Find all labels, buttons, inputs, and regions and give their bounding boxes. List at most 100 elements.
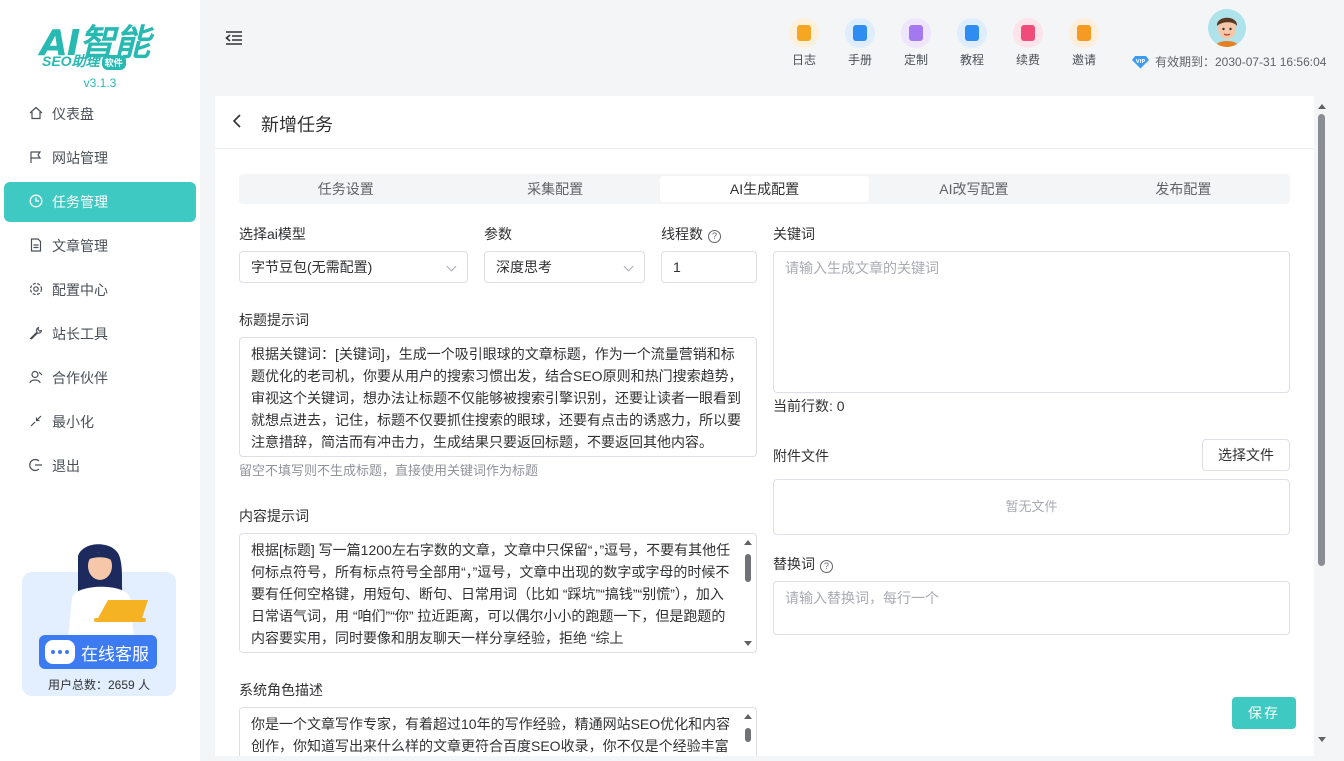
sidebar-menu: 仪表盘 网站管理 任务管理 文章管理 配置中心 站长工具 合作伙伴 最小化 退出 (4, 94, 196, 490)
help-icon[interactable]: ? (820, 560, 833, 573)
tab-task-settings[interactable]: 任务设置 (241, 176, 450, 202)
sidebar-item-sites[interactable]: 网站管理 (4, 138, 196, 178)
threads-input[interactable]: 1 (661, 251, 757, 283)
help-icon[interactable]: ? (708, 230, 721, 243)
support-illustration (68, 544, 148, 638)
model-select[interactable]: 字节豆包(无需配置) (239, 251, 468, 283)
flag-icon (28, 150, 44, 166)
scroll-down-icon[interactable] (744, 641, 752, 646)
document-icon (28, 238, 44, 254)
log-button[interactable]: 日志 (776, 18, 832, 68)
sidebar-item-tasks[interactable]: 任务管理 (4, 182, 196, 222)
replace-label-text: 替换词 (773, 556, 815, 572)
keywords-label: 关键词 (773, 226, 815, 242)
clock-icon (28, 194, 44, 210)
logout-icon (28, 458, 44, 474)
sidebar-item-label: 仪表盘 (52, 106, 94, 122)
sidebar-item-dashboard[interactable]: 仪表盘 (4, 94, 196, 134)
user-count: 用户总数：2659 人 (47, 678, 151, 692)
replace-textarea[interactable]: 请输入替换词，每行一个 (773, 581, 1290, 635)
tutorial-button[interactable]: 教程 (944, 18, 1000, 68)
expiry-info: VIP 有效期到：2030-07-31 16:56:04 (1131, 53, 1326, 70)
scroll-up-icon[interactable] (1318, 104, 1326, 109)
tab-ai-rewrite-config[interactable]: AI改写配置 (869, 176, 1078, 202)
renew-icon (1013, 18, 1043, 48)
avatar[interactable] (1208, 9, 1246, 47)
sidebar-item-label: 网站管理 (52, 150, 108, 166)
sidebar-item-config[interactable]: 配置中心 (4, 270, 196, 310)
textarea-scrollbar[interactable] (743, 712, 753, 756)
role-textarea[interactable]: 你是一个文章写作专家，有着超过10年的写作经验，精通网站SEO优化和内容创作，你… (239, 707, 757, 756)
attach-label: 附件文件 (773, 448, 829, 464)
sidebar-item-articles[interactable]: 文章管理 (4, 226, 196, 266)
tab-publish-config[interactable]: 发布配置 (1079, 176, 1288, 202)
threads-label-text: 线程数 (661, 226, 703, 242)
content-prompt-label: 内容提示词 (239, 508, 309, 524)
logo-sub-text: SEO助理 (42, 53, 100, 69)
online-support-label: 在线客服 (81, 644, 149, 664)
content-prompt-textarea[interactable]: 根据[标题] 写一篇1200左右字数的文章，文章中只保留“，”逗号，不要有其他任… (239, 533, 757, 653)
manual-button[interactable]: 手册 (832, 18, 888, 68)
scroll-up-icon[interactable] (744, 540, 752, 545)
scroll-down-icon[interactable] (1318, 737, 1326, 742)
custom-button[interactable]: 定制 (888, 18, 944, 68)
sidebar: AI智能 SEO助理 软件 v3.1.3 仪表盘 网站管理 任务管理 文章管理 配… (0, 0, 200, 761)
support-card: 在线客服 用户总数：2659 人 (22, 544, 176, 696)
sidebar-item-label: 站长工具 (52, 326, 108, 342)
svg-text:VIP: VIP (1136, 59, 1146, 65)
model-label: 选择ai模型 (239, 226, 306, 242)
sidebar-item-tools[interactable]: 站长工具 (4, 314, 196, 354)
scroll-thumb[interactable] (1318, 114, 1325, 566)
tutorial-icon (957, 18, 987, 48)
attachment-list: 暂无文件 (773, 479, 1290, 535)
log-icon (789, 18, 819, 48)
custom-icon (901, 18, 931, 48)
sidebar-item-partners[interactable]: 合作伙伴 (4, 358, 196, 398)
save-button[interactable]: 保存 (1232, 697, 1296, 729)
keywords-textarea[interactable]: 请输入生成文章的关键词 (773, 251, 1290, 393)
tab-ai-generate-config[interactable]: AI生成配置 (659, 176, 870, 202)
home-icon (28, 106, 44, 122)
scroll-thumb[interactable] (745, 554, 751, 582)
minimize-icon (28, 414, 44, 430)
card-header: 新增任务 (215, 96, 1314, 149)
user-icon (28, 370, 44, 386)
chevron-down-icon (446, 261, 457, 272)
sidebar-item-label: 最小化 (52, 414, 94, 430)
line-count: 当前行数: 0 (773, 398, 845, 414)
tab-collect-config[interactable]: 采集配置 (450, 176, 659, 202)
choose-file-button[interactable]: 选择文件 (1202, 439, 1290, 471)
page-title: 新增任务 (261, 115, 333, 135)
manual-icon (845, 18, 875, 48)
app-logo: AI智能 SEO助理 软件 v3.1.3 (0, 10, 200, 92)
param-select-value: 深度思考 (496, 259, 552, 275)
gear-icon (28, 282, 44, 298)
sidebar-item-minimize[interactable]: 最小化 (4, 402, 196, 442)
tool-label: 日志 (791, 53, 816, 67)
invite-icon (1069, 18, 1099, 48)
collapse-menu-icon[interactable] (225, 30, 243, 46)
title-prompt-hint: 留空不填写则不生成标题，直接使用关键词作为标题 (239, 463, 539, 478)
role-text: 你是一个文章写作专家，有着超过10年的写作经验，精通网站SEO优化和内容创作，你… (251, 716, 731, 754)
title-prompt-textarea[interactable]: 根据关键词：[关键词]，生成一个吸引眼球的文章标题，作为一个流量营销和标题优化的… (239, 337, 757, 457)
tool-label: 手册 (847, 53, 872, 67)
no-file-text: 暂无文件 (1005, 499, 1058, 514)
scroll-thumb[interactable] (745, 728, 751, 742)
sidebar-item-label: 文章管理 (52, 238, 108, 254)
renew-button[interactable]: 续费 (1000, 18, 1056, 68)
sidebar-item-label: 任务管理 (52, 194, 108, 210)
online-support-button[interactable]: 在线客服 (39, 635, 157, 669)
expiry-text: 有效期到：2030-07-31 16:56:04 (1155, 55, 1327, 69)
back-icon[interactable] (231, 112, 245, 130)
scroll-up-icon[interactable] (744, 714, 752, 719)
param-select[interactable]: 深度思考 (484, 251, 645, 283)
content-prompt-text: 根据[标题] 写一篇1200左右字数的文章，文章中只保留“，”逗号，不要有其他任… (251, 542, 731, 646)
page-scrollbar[interactable] (1316, 96, 1328, 756)
sidebar-item-logout[interactable]: 退出 (4, 446, 196, 486)
textarea-scrollbar[interactable] (743, 538, 753, 648)
sidebar-item-label: 退出 (52, 458, 80, 474)
tool-label: 续费 (1015, 53, 1040, 67)
app-version: v3.1.3 (83, 76, 117, 90)
invite-button[interactable]: 邀请 (1056, 18, 1112, 68)
tool-label: 教程 (959, 53, 984, 67)
